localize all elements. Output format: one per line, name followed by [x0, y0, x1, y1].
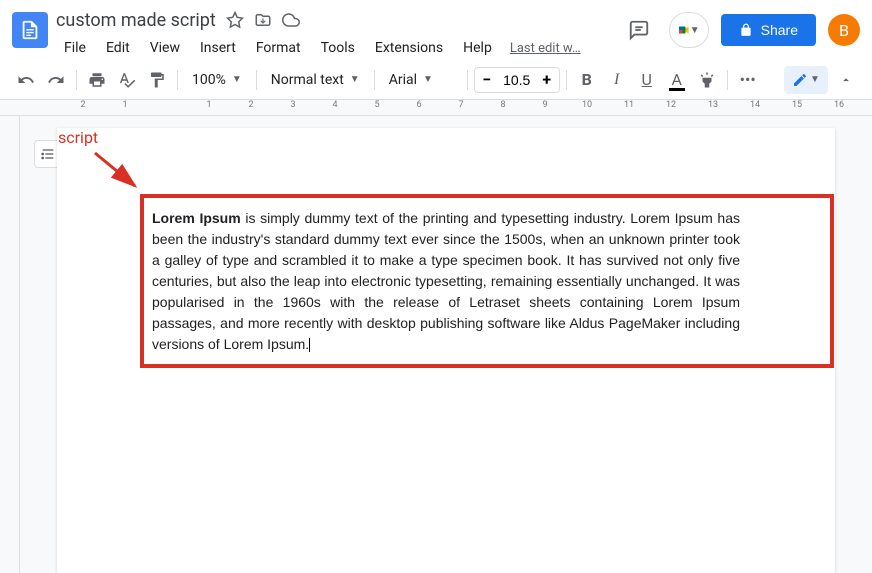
move-icon[interactable] — [254, 11, 272, 29]
vertical-ruler[interactable] — [0, 116, 20, 573]
spellcheck-button[interactable] — [113, 66, 141, 94]
menu-view[interactable]: View — [142, 36, 188, 60]
horizontal-ruler[interactable]: 21123456789101112131415161718 — [0, 100, 872, 116]
star-icon[interactable] — [226, 11, 244, 29]
underline-button[interactable]: U — [633, 66, 661, 94]
font-size-group: − + — [474, 67, 560, 93]
title-area: custom made script File Edit View Insert… — [56, 8, 613, 60]
paint-format-button[interactable] — [143, 66, 171, 94]
workspace: Lorem Ipsum is simply dummy text of the … — [0, 116, 872, 573]
docs-logo[interactable] — [12, 12, 48, 48]
menu-help[interactable]: Help — [455, 36, 500, 60]
more-button[interactable]: ••• — [734, 66, 762, 94]
body-text: is simply dummy text of the printing and… — [152, 210, 740, 352]
document-title[interactable]: custom made script — [56, 10, 216, 31]
toolbar: 100%▼ Normal text▼ Arial▼ − + B I U A ••… — [0, 60, 872, 100]
collapse-toolbar-button[interactable] — [832, 66, 860, 94]
menu-bar: File Edit View Insert Format Tools Exten… — [56, 36, 613, 60]
highlight-button[interactable] — [693, 66, 721, 94]
editing-mode-button[interactable]: ▼ — [784, 66, 828, 94]
meet-icon[interactable]: ▼ — [669, 12, 709, 48]
italic-button[interactable]: I — [603, 66, 631, 94]
font-size-decrease[interactable]: − — [475, 68, 499, 92]
redo-button[interactable] — [42, 66, 70, 94]
bold-button[interactable]: B — [573, 66, 601, 94]
menu-extensions[interactable]: Extensions — [367, 36, 451, 60]
share-button[interactable]: Share — [721, 14, 816, 46]
font-dropdown[interactable]: Arial▼ — [381, 68, 461, 92]
user-avatar[interactable]: B — [828, 14, 860, 46]
menu-format[interactable]: Format — [248, 36, 309, 60]
font-size-input[interactable] — [499, 72, 535, 88]
bold-text: Lorem Ipsum — [152, 210, 241, 226]
menu-tools[interactable]: Tools — [313, 36, 363, 60]
menu-insert[interactable]: Insert — [192, 36, 244, 60]
document-paragraph[interactable]: Lorem Ipsum is simply dummy text of the … — [152, 208, 740, 355]
document-area[interactable]: Lorem Ipsum is simply dummy text of the … — [20, 116, 872, 573]
font-size-increase[interactable]: + — [535, 68, 559, 92]
cloud-status-icon[interactable] — [282, 11, 300, 29]
text-cursor — [309, 338, 310, 352]
print-button[interactable] — [83, 66, 111, 94]
text-color-button[interactable]: A — [663, 66, 691, 94]
menu-file[interactable]: File — [56, 36, 94, 60]
comments-icon[interactable] — [621, 12, 657, 48]
menu-edit[interactable]: Edit — [98, 36, 138, 60]
page[interactable]: Lorem Ipsum is simply dummy text of the … — [57, 128, 835, 573]
zoom-dropdown[interactable]: 100%▼ — [184, 68, 250, 92]
header-bar: custom made script File Edit View Insert… — [0, 0, 872, 60]
share-button-label: Share — [761, 22, 798, 38]
style-dropdown[interactable]: Normal text▼ — [263, 68, 368, 92]
undo-button[interactable] — [12, 66, 40, 94]
last-edit-link[interactable]: Last edit w… — [510, 41, 581, 56]
